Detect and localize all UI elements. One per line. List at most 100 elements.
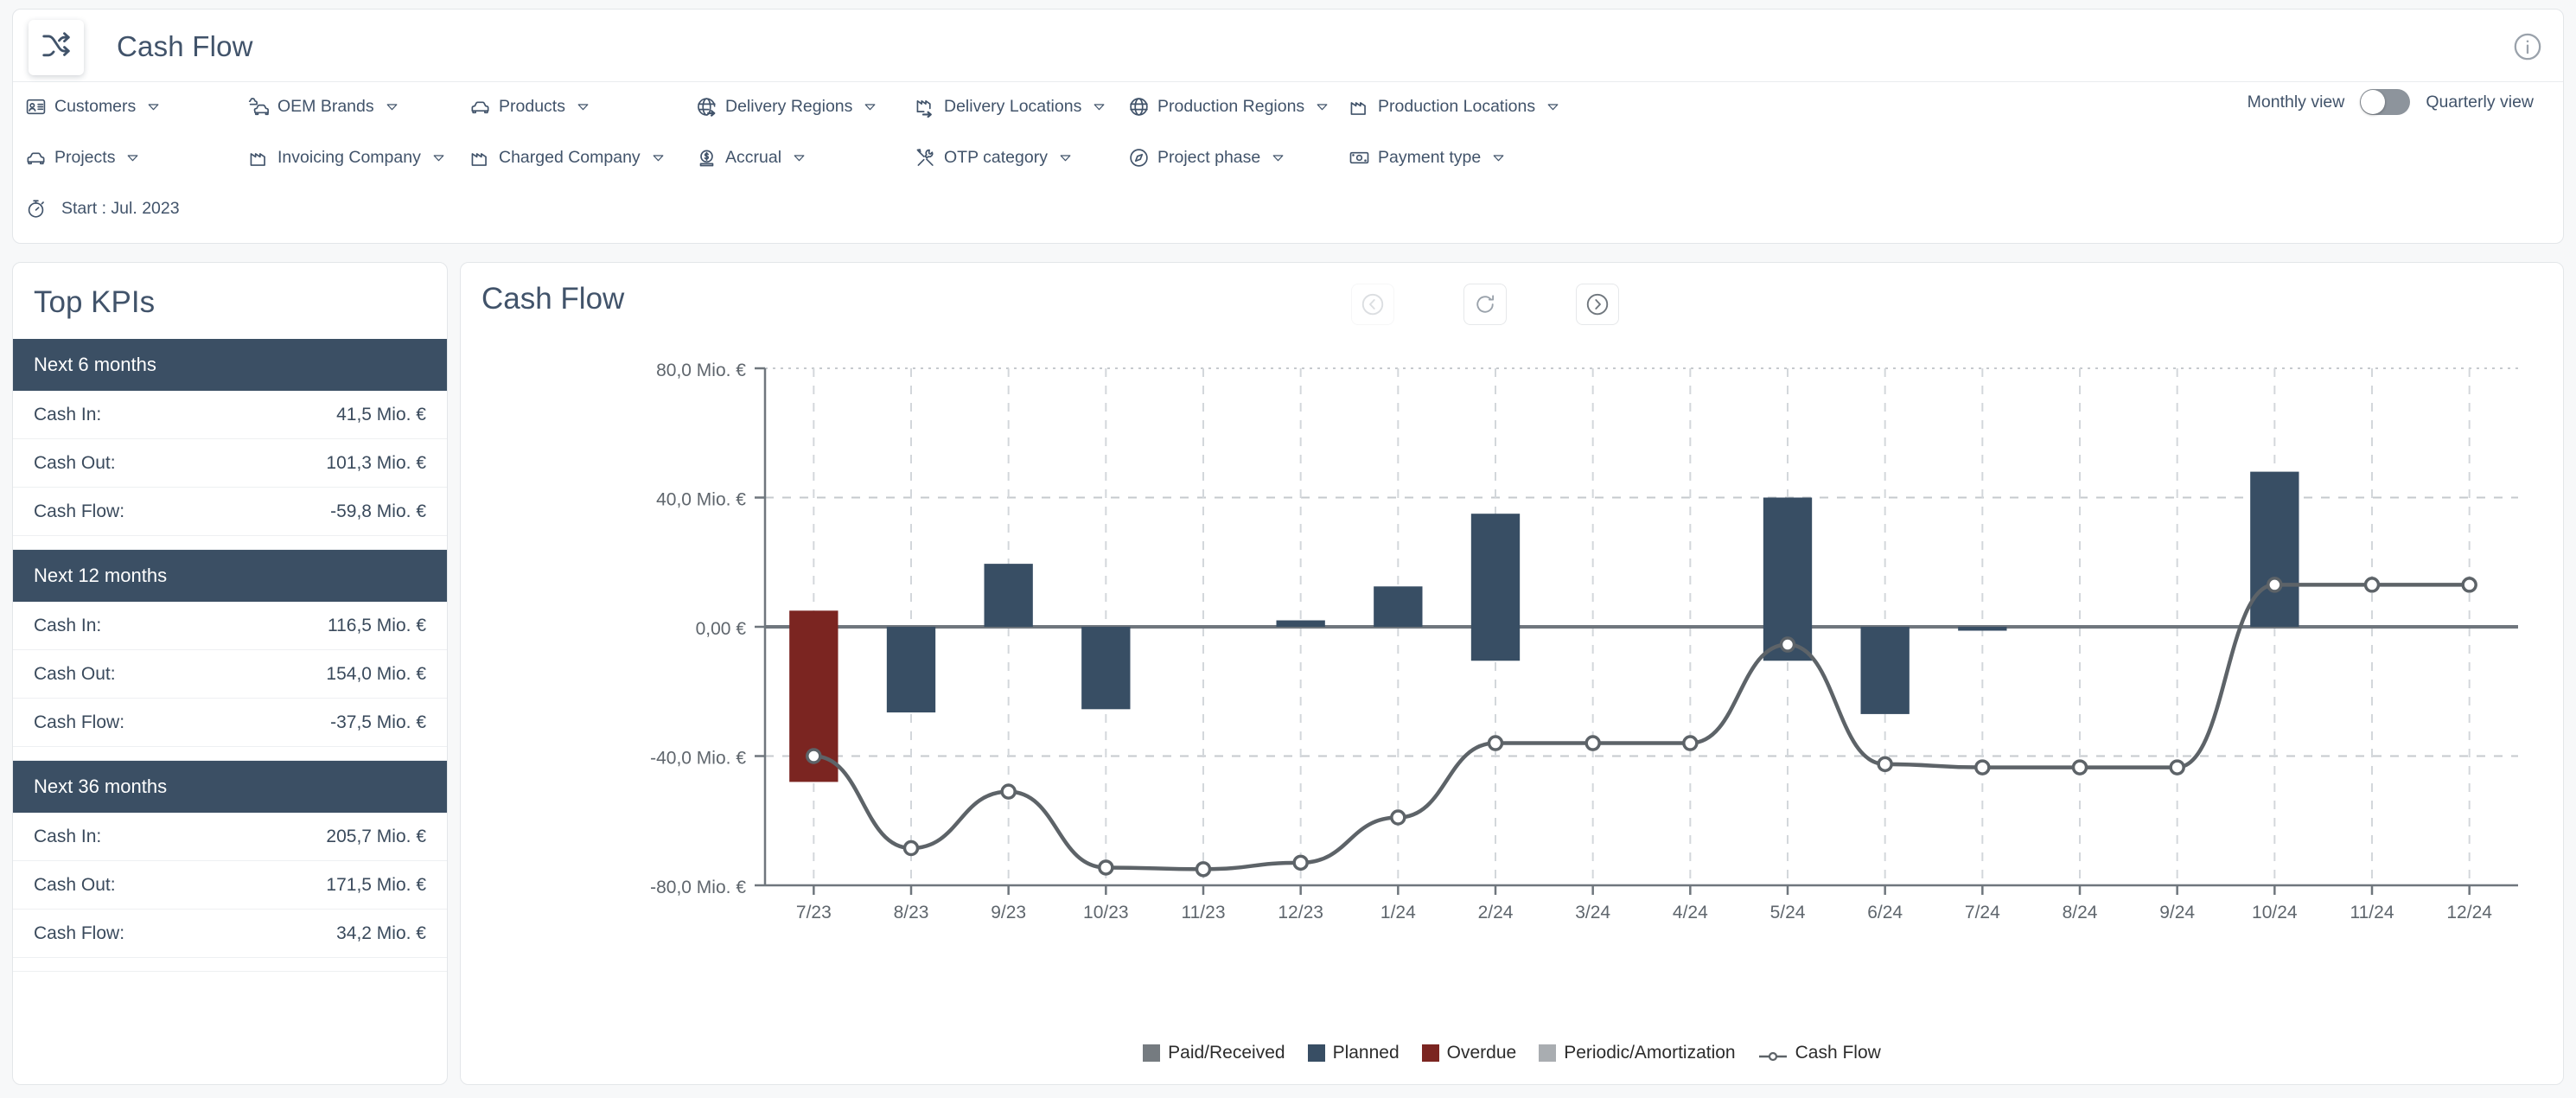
cash-flow-point[interactable] (2071, 759, 2088, 776)
filter-label: Projects (54, 147, 116, 167)
kpi-section-header: Next 36 months (13, 761, 447, 813)
chevron-down-icon[interactable] (576, 99, 590, 114)
legend-label: Paid/Received (1168, 1043, 1285, 1063)
x-axis-label: 11/24 (2350, 903, 2394, 922)
kpi-label: Cash In: (34, 615, 102, 635)
filter-oem-brands[interactable]: OEM Brands (248, 87, 399, 125)
chart-bar[interactable] (984, 564, 1033, 627)
kpi-sections: Next 6 months Cash In: 41,5 Mio. € Cash Out… (13, 339, 447, 972)
filter-production-regions[interactable]: Production Regions (1128, 87, 1329, 125)
legend-item[interactable]: Planned (1307, 1043, 1400, 1063)
app-logo[interactable] (29, 20, 84, 75)
previous-page-button[interactable] (1351, 284, 1394, 325)
cash-flow-point[interactable] (902, 839, 920, 857)
x-axis-label: 8/24 (2063, 903, 2098, 922)
filter-project-phase[interactable]: Project phase (1128, 138, 1285, 176)
refresh-button[interactable] (1463, 284, 1507, 325)
cash-flow-point[interactable] (2169, 759, 2185, 776)
car-icon (25, 147, 47, 169)
filter-label: Charged Company (499, 147, 641, 167)
chart-bar[interactable] (886, 627, 936, 713)
next-page-button[interactable] (1576, 284, 1619, 325)
chart-bar[interactable] (1276, 620, 1325, 627)
chart-bar[interactable] (1860, 627, 1910, 714)
cash-flow-point[interactable] (1195, 861, 1212, 878)
info-circle-icon[interactable] (2513, 32, 2542, 61)
legend-item[interactable]: Cash Flow (1758, 1043, 1881, 1063)
view-mode-toggle[interactable]: Monthly view Quarterly view (2248, 89, 2534, 115)
chart-bar[interactable] (1081, 627, 1131, 710)
cash-flow-point[interactable] (2461, 577, 2477, 593)
globe-arrow-icon (696, 96, 717, 118)
cash-flow-point[interactable] (1000, 783, 1017, 800)
chevron-down-icon[interactable] (863, 99, 877, 114)
y-axis-label: -80,0 Mio. € (650, 878, 746, 897)
cars-icon (248, 96, 270, 118)
stopwatch-icon (25, 198, 47, 220)
kpi-section-spacer (13, 958, 447, 972)
filter-projects[interactable]: Projects (25, 138, 140, 176)
x-axis-label: 12/23 (1278, 903, 1323, 922)
cash-flow-point[interactable] (1779, 636, 1796, 653)
legend-item[interactable]: Overdue (1421, 1043, 1516, 1063)
kpi-label: Cash Out: (34, 874, 116, 895)
kpi-section-header: Next 12 months (13, 550, 447, 602)
chevron-down-icon[interactable] (651, 150, 666, 165)
header-card: Cash Flow Customers OEM Brands Products … (12, 9, 2564, 244)
toggle-knob (2361, 90, 2386, 114)
chart-bar[interactable] (1763, 497, 1813, 661)
top-kpis-panel: Top KPIs Next 6 months Cash In: 41,5 Mio. … (12, 262, 448, 1085)
filter-customers[interactable]: Customers (25, 87, 161, 125)
filter-charged-company[interactable]: Charged Company (469, 138, 666, 176)
cash-flow-point[interactable] (806, 748, 822, 764)
cash-flow-point[interactable] (1877, 756, 1893, 773)
cash-flow-point[interactable] (1292, 854, 1309, 871)
x-axis-label: 6/24 (1867, 903, 1903, 922)
filter-products[interactable]: Products (469, 87, 590, 125)
chart-bar[interactable] (1958, 627, 2007, 631)
shuffle-icon (40, 29, 73, 67)
chevron-down-icon[interactable] (146, 99, 161, 114)
cash-flow-point[interactable] (1390, 809, 1406, 826)
cash-flow-point[interactable] (1584, 735, 1601, 751)
kpi-label: Cash Out: (34, 452, 116, 473)
filter-otp-category[interactable]: OTP category (915, 138, 1073, 176)
filter-delivery-locations[interactable]: Delivery Locations (915, 87, 1106, 125)
kpi-section-spacer (13, 747, 447, 761)
chart-bar[interactable] (1470, 514, 1521, 661)
chevron-down-icon[interactable] (792, 150, 807, 165)
legend-item[interactable]: Paid/Received (1143, 1043, 1285, 1063)
filter-start-jul-2023[interactable]: Start : Jul. 2023 (25, 189, 180, 227)
cash-flow-point[interactable] (2363, 577, 2381, 593)
chart-bar[interactable] (2250, 471, 2299, 627)
chevron-down-icon[interactable] (1491, 150, 1506, 165)
cash-flow-point[interactable] (2267, 577, 2283, 593)
kpi-row: Cash Flow: -59,8 Mio. € (13, 488, 447, 536)
filter-production-locations[interactable]: Production Locations (1349, 87, 1560, 125)
legend-item[interactable]: Periodic/Amortization (1539, 1043, 1736, 1063)
filter-invoicing-company[interactable]: Invoicing Company (248, 138, 446, 176)
chevron-down-icon[interactable] (1271, 150, 1285, 165)
cash-flow-point[interactable] (1487, 735, 1504, 751)
legend-color-swatch (1421, 1044, 1439, 1062)
view-toggle-switch[interactable] (2360, 89, 2411, 115)
kpi-row: Cash In: 41,5 Mio. € (13, 391, 447, 439)
car-icon (469, 96, 491, 118)
filter-label: Invoicing Company (277, 147, 421, 167)
filter-accrual[interactable]: Accrual (696, 138, 807, 176)
chevron-down-icon[interactable] (125, 150, 140, 165)
factory-arrow-icon (915, 96, 936, 118)
chevron-down-icon[interactable] (1546, 99, 1560, 114)
chart-bar[interactable] (1374, 586, 1423, 627)
cash-flow-point[interactable] (1682, 735, 1699, 751)
chevron-down-icon[interactable] (1092, 99, 1106, 114)
kpi-row: Cash Out: 171,5 Mio. € (13, 861, 447, 910)
filter-delivery-regions[interactable]: Delivery Regions (696, 87, 877, 125)
chevron-down-icon[interactable] (385, 99, 399, 114)
filter-payment-type[interactable]: Payment type (1349, 138, 1506, 176)
chevron-down-icon[interactable] (1058, 150, 1073, 165)
chevron-down-icon[interactable] (431, 150, 446, 165)
cash-flow-point[interactable] (1098, 859, 1114, 876)
chevron-down-icon[interactable] (1315, 99, 1329, 114)
cash-flow-point[interactable] (1974, 759, 1991, 776)
